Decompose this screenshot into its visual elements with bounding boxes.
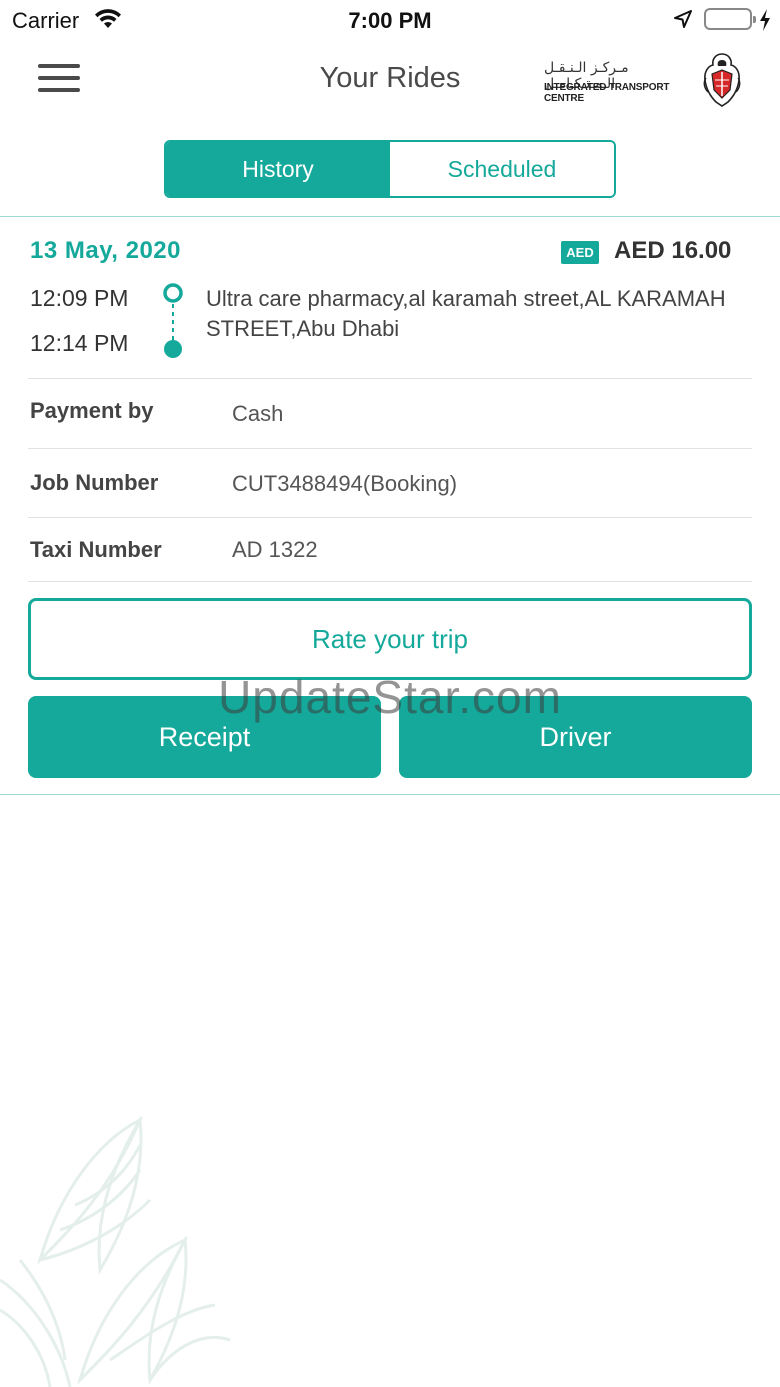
tab-history[interactable]: History bbox=[166, 142, 390, 196]
payment-value: Cash bbox=[232, 401, 284, 426]
rate-trip-button[interactable]: Rate your trip bbox=[28, 598, 752, 680]
row-divider bbox=[28, 378, 752, 379]
battery-icon bbox=[704, 8, 756, 30]
pickup-time: 12:09 PM bbox=[30, 285, 129, 311]
logo-english-text: INTEGRATED TRANSPORT CENTRE bbox=[544, 82, 670, 104]
currency-badge: AED bbox=[561, 241, 599, 264]
itc-logo: مـركـز الـنـقـل الـمـتـكـامـل INTEGRATED… bbox=[544, 50, 748, 110]
status-time: 7:00 PM bbox=[348, 8, 432, 33]
taxi-number-label: Taxi Number bbox=[30, 537, 162, 562]
row-divider bbox=[28, 517, 752, 518]
leaf-pattern-decoration bbox=[0, 1110, 240, 1387]
divider bbox=[0, 216, 780, 217]
status-bar: Carrier 7:00 PM bbox=[0, 0, 780, 40]
location-arrow-icon bbox=[674, 10, 692, 33]
falcon-emblem-icon bbox=[700, 52, 744, 113]
charging-bolt-icon bbox=[758, 8, 772, 37]
receipt-button[interactable]: Receipt bbox=[28, 696, 381, 778]
taxi-number-value: AD 1322 bbox=[232, 537, 318, 562]
driver-button[interactable]: Driver bbox=[399, 696, 752, 778]
payment-label: Payment by bbox=[30, 398, 154, 423]
row-divider bbox=[28, 581, 752, 582]
job-number-value: CUT3488494(Booking) bbox=[232, 471, 458, 496]
job-number-label: Job Number bbox=[30, 470, 159, 495]
divider bbox=[0, 794, 780, 795]
ride-date: 13 May, 2020 bbox=[30, 237, 181, 264]
app-header: Your Rides مـركـز الـنـقـل الـمـتـكـامـل… bbox=[0, 40, 780, 120]
ride-address: Ultra care pharmacy,al karamah street,AL… bbox=[206, 286, 726, 341]
rides-tabs: History Scheduled bbox=[164, 140, 616, 198]
route-timeline-icon bbox=[162, 282, 186, 367]
dropoff-time: 12:14 PM bbox=[30, 330, 129, 356]
ride-fare: AED 16.00 bbox=[614, 237, 732, 264]
tab-scheduled[interactable]: Scheduled bbox=[390, 142, 614, 196]
row-divider bbox=[28, 448, 752, 449]
